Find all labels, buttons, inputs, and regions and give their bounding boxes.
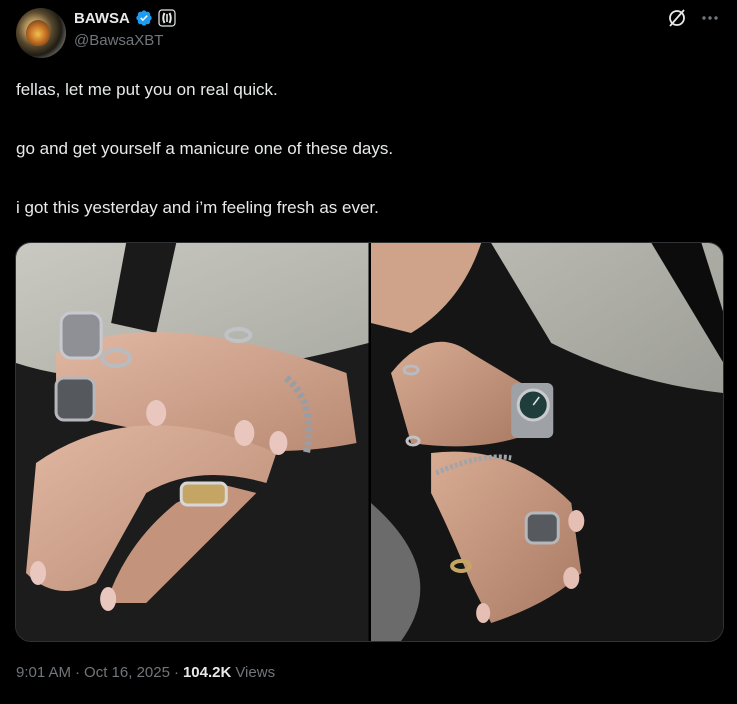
- views-count: 104.2K: [182, 664, 232, 681]
- meta-separator: ·: [75, 664, 81, 681]
- tweet-line: fellas, let me put you on real quick.: [16, 80, 278, 99]
- views-label: Views: [235, 664, 276, 681]
- tweet-meta: 9:01 AM · Oct 16, 2025 · 104.2K Views: [16, 664, 275, 681]
- meta-separator: ·: [173, 664, 179, 681]
- tweet-time[interactable]: 9:01 AM: [16, 664, 71, 681]
- grok-icon[interactable]: [666, 7, 688, 29]
- media-photo-1[interactable]: [16, 243, 369, 641]
- media-grid: [15, 242, 724, 642]
- more-options-icon[interactable]: [699, 7, 721, 29]
- avatar[interactable]: [16, 8, 66, 58]
- tweet-line: i got this yesterday and i’m feeling fre…: [16, 198, 379, 217]
- tweet-text: fellas, let me put you on real quick. go…: [16, 79, 721, 219]
- tweet-line: go and get yourself a manicure one of th…: [16, 139, 394, 158]
- verified-badge-icon[interactable]: [135, 9, 153, 27]
- avatar-graphic: [26, 20, 50, 46]
- author-display-name[interactable]: BAWSA: [74, 10, 130, 27]
- hands-with-watch-photo: [370, 243, 723, 641]
- tweet-date[interactable]: Oct 16, 2025: [84, 664, 170, 681]
- affiliate-badge-icon[interactable]: [158, 9, 176, 27]
- author-name-row: BAWSA: [74, 9, 176, 27]
- author-handle[interactable]: @BawsaXBT: [74, 32, 163, 49]
- hands-with-rings-photo: [16, 243, 369, 641]
- media-photo-2[interactable]: [370, 243, 723, 641]
